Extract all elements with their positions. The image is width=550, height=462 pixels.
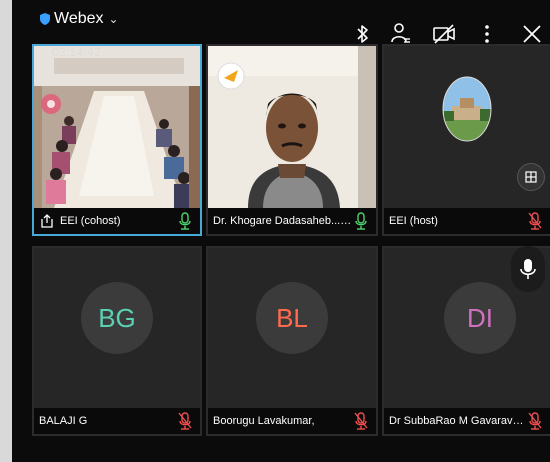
webex-meeting-window: Webex ⌄ 02:14:42 EEI (cohost) Dr. Khogar… [12,0,550,462]
participants-icon[interactable] [389,22,413,46]
participant-name: Boorugu Lavakumar, [213,415,315,427]
close-icon[interactable] [520,22,544,46]
app-menu[interactable]: Webex ⌄ [40,10,119,28]
mic-on-icon [179,212,191,230]
avatar: BL [256,282,328,354]
share-screen-icon [41,214,53,228]
participant-tile-self[interactable]: Dr. Khogare Dadasaheb... (me) [206,44,378,236]
grid-icon [525,171,537,183]
name-bar: Boorugu Lavakumar, [208,408,376,434]
mic-muted-icon [528,412,542,430]
participant-name: EEI (host) [389,215,438,227]
meeting-timer: 02:14:42 [52,45,102,59]
participant-name: Dr SubbaRao M Gavaravarap... [389,415,529,427]
video-off-icon[interactable] [432,22,456,46]
participant-tile-eei-cohost[interactable]: EEI (cohost) [32,44,202,236]
app-name: Webex [54,10,104,27]
avatar-photo [442,76,492,142]
name-bar: Dr SubbaRao M Gavaravarap... [384,408,550,434]
layout-toggle-button[interactable] [517,163,545,191]
participant-name: EEI (cohost) [60,215,121,227]
participant-tile-boorugu[interactable]: BL Boorugu Lavakumar, [206,246,378,436]
participant-tile-balaji[interactable]: BG BALAJI G [32,246,202,436]
participant-name: Dr. Khogare Dadasaheb... (me) [213,215,353,227]
bluetooth-icon[interactable] [351,22,375,46]
mute-toggle-button[interactable] [511,246,545,292]
name-bar: EEI (cohost) [34,208,200,234]
name-bar: BALAJI G [34,408,200,434]
avatar: BG [81,282,153,354]
mic-icon [520,259,536,279]
more-icon[interactable] [475,22,499,46]
top-bar: Webex ⌄ [12,0,550,46]
shield-icon [40,13,50,25]
participant-tile-eei-host[interactable]: EEI (host) [382,44,550,236]
video-feed [208,46,376,208]
video-feed [34,46,200,208]
mic-muted-icon [528,212,542,230]
name-bar: Dr. Khogare Dadasaheb... (me) [208,208,376,234]
mic-muted-icon [178,412,192,430]
avatar: DI [444,282,516,354]
mic-on-icon [355,212,367,230]
mic-muted-icon [354,412,368,430]
participant-name: BALAJI G [39,415,88,427]
chevron-down-icon: ⌄ [108,12,119,26]
name-bar: EEI (host) [384,208,550,234]
